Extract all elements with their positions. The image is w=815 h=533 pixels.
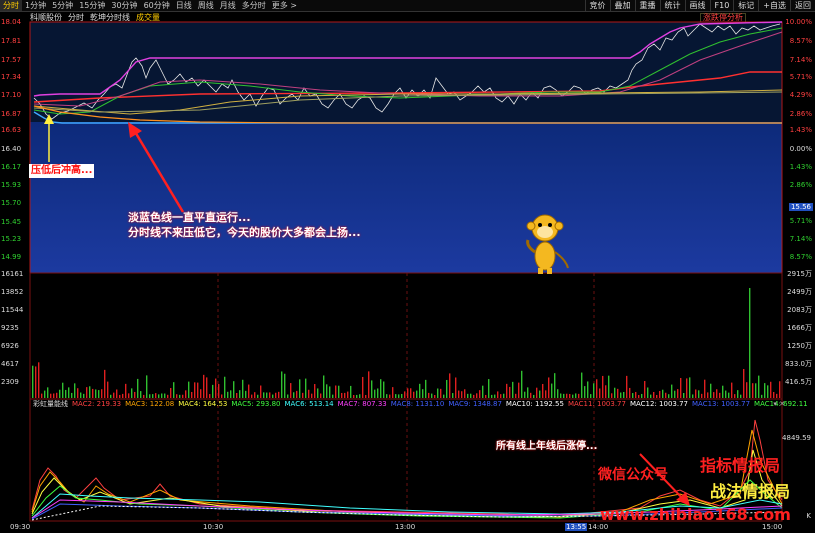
watermark-line2: 战法情报局 [710,482,791,501]
watermark-wechat: 微信公众号 [598,467,668,483]
monkey-mascot-icon [526,214,569,274]
watermark-url: www.zhibiao168.com [600,505,791,524]
watermark-line1: 指标情报局 [700,456,781,475]
